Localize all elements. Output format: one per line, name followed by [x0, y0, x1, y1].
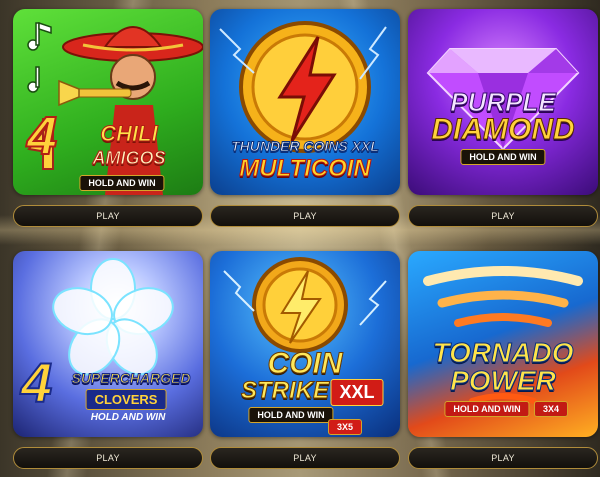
- play-button-chili-amigos[interactable]: PLAY: [13, 205, 203, 227]
- game-tile-coin-strike[interactable]: COIN STRIKE XXL HOLD AND WIN 3X5: [210, 251, 400, 437]
- game-title-line1: SUPERCHARGED: [71, 370, 191, 386]
- game-title-number: 4: [26, 106, 58, 166]
- game-subtitle: HOLD AND WIN: [444, 401, 530, 417]
- game-subtitle: HOLD AND WIN: [460, 149, 546, 165]
- game-title-line1: COIN: [267, 347, 343, 380]
- game-sub-badge: 3X4: [533, 401, 569, 417]
- game-title-line2: AMIGOS: [92, 148, 166, 168]
- game-tile-purple-diamond[interactable]: PURPLE DIAMOND HOLD AND WIN: [408, 9, 598, 195]
- play-button-coin-strike[interactable]: PLAY: [210, 447, 400, 469]
- game-tile-chili-amigos[interactable]: 4 CHILI AMIGOS HOLD AND WIN: [13, 9, 203, 195]
- play-button-tornado-power[interactable]: PLAY: [408, 447, 598, 469]
- game-title-line1: THUNDER COINS XXL: [231, 138, 380, 154]
- game-subtitle: HOLD AND WIN: [79, 175, 165, 191]
- game-sub-badge: 3X5: [327, 419, 363, 435]
- game-badge-xxl: XXL: [330, 379, 384, 406]
- music-note-icon: [27, 21, 52, 93]
- game-title-line2: MULTICOIN: [239, 155, 372, 182]
- game-tile-thunder-coins[interactable]: THUNDER COINS XXL MULTICOIN: [210, 9, 400, 195]
- play-button-purple-diamond[interactable]: PLAY: [408, 205, 598, 227]
- game-title-number: 4: [20, 351, 53, 414]
- game-title-line1: CHILI: [100, 121, 158, 146]
- game-tile-tornado-power[interactable]: TORNADO POWER HOLD AND WIN 3X4: [408, 251, 598, 437]
- play-button-supercharged-clovers[interactable]: PLAY: [13, 447, 203, 469]
- game-title-line2: POWER: [450, 365, 557, 396]
- game-title-line2: CLOVERS: [85, 389, 167, 410]
- game-title-line2: DIAMOND: [431, 113, 575, 146]
- game-subtitle: HOLD AND WIN: [90, 412, 166, 423]
- game-subtitle: HOLD AND WIN: [248, 407, 334, 423]
- game-title-line1: PURPLE: [450, 87, 556, 117]
- clover-icon: [52, 258, 174, 376]
- play-button-thunder-coins[interactable]: PLAY: [210, 205, 400, 227]
- game-tile-supercharged-clovers[interactable]: 4 SUPERCHARGED CLOVERS HOLD AND WIN: [13, 251, 203, 437]
- game-title-line1: TORNADO: [432, 337, 574, 368]
